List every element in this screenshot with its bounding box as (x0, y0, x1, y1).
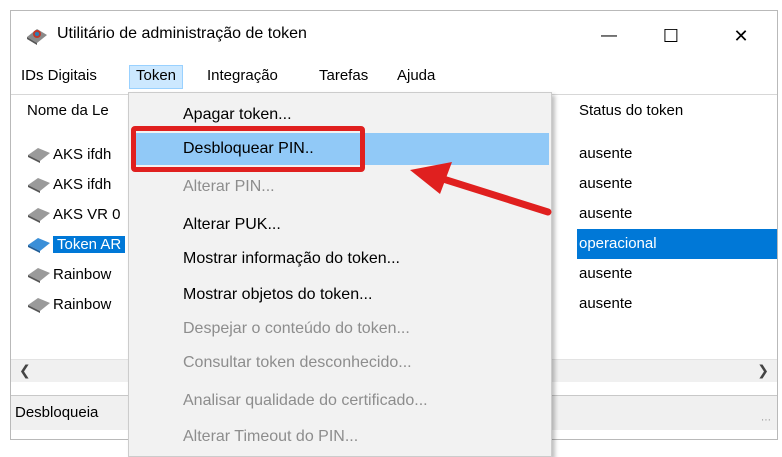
annotation-arrow (410, 162, 552, 216)
